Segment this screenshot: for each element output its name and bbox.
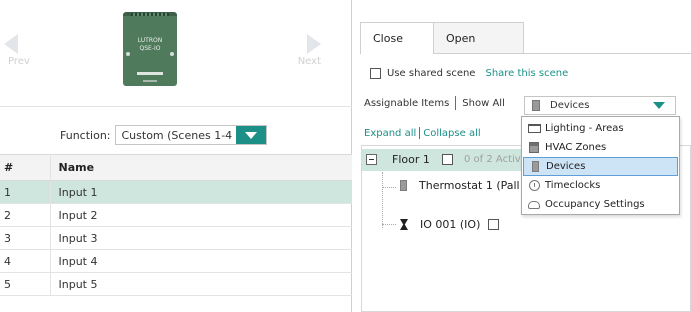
device-icon — [532, 100, 540, 111]
table-row[interactable]: 2 Input 2 — [0, 203, 352, 227]
show-all-link[interactable]: Show All — [462, 98, 505, 109]
expand-collapse-row: Expand all Collapse all — [364, 127, 481, 139]
collapse-all-link[interactable]: Collapse all — [423, 128, 480, 139]
option-label: Lighting - Areas — [545, 123, 624, 134]
tree-node-floor[interactable]: Floor 1 0 of 2 Active — [362, 149, 532, 171]
option-label: Devices — [546, 161, 586, 172]
share-scene-link[interactable]: Share this scene — [485, 68, 568, 79]
device-panel: Prev Next LUTRON QSE-IO Function: Custom… — [0, 0, 352, 312]
use-shared-scene-label[interactable]: Use shared scene — [387, 68, 475, 79]
tab-close[interactable]: Close — [360, 22, 434, 54]
item-type-dropdown-list: Lighting - Areas HVAC Zones Devices Time… — [521, 116, 680, 215]
chevron-down-icon[interactable] — [235, 126, 266, 144]
tab-open[interactable]: Open — [434, 22, 524, 54]
tree-node-thermostat[interactable]: Thermostat 1 (Pall — [400, 179, 520, 192]
assignable-items-label: Assignable Items — [364, 97, 450, 109]
device-image: LUTRON QSE-IO — [123, 12, 177, 86]
floor-checkbox[interactable] — [442, 154, 453, 165]
row-name: Input 2 — [50, 203, 352, 227]
dropdown-option-timeclocks[interactable]: Timeclocks — [523, 176, 678, 195]
row-number: 3 — [0, 226, 51, 250]
device-brand: LUTRON — [137, 37, 163, 44]
item-type-value: Devices — [550, 100, 590, 111]
tab-bar: Close Open — [360, 22, 524, 54]
function-value: Custom (Scenes 1-4 +... — [121, 128, 236, 142]
function-select[interactable]: Custom (Scenes 1-4 +... — [114, 125, 267, 145]
option-label: Occupancy Settings — [545, 199, 645, 210]
next-label[interactable]: Next — [298, 56, 321, 67]
column-header-number[interactable]: # — [0, 154, 51, 181]
row-number: 5 — [0, 272, 51, 296]
row-name: Input 3 — [50, 226, 352, 250]
table-row[interactable]: 5 Input 5 — [0, 272, 352, 296]
table-row[interactable]: 4 Input 4 — [0, 249, 352, 273]
expand-all-link[interactable]: Expand all — [364, 128, 416, 139]
floor-label: Floor 1 — [392, 153, 430, 166]
folder-icon — [527, 124, 541, 133]
chevron-down-icon[interactable] — [653, 102, 665, 109]
dropdown-option-hvac-zones[interactable]: HVAC Zones — [523, 138, 678, 157]
next-arrow-icon[interactable] — [307, 34, 321, 54]
occupancy-icon — [528, 200, 540, 209]
prev-label[interactable]: Prev — [8, 56, 30, 67]
option-label: HVAC Zones — [545, 142, 607, 153]
table-header-row: # Name — [0, 154, 352, 181]
use-shared-scene-checkbox[interactable] — [370, 68, 381, 79]
collapse-toggle-icon[interactable] — [366, 154, 377, 165]
tree-connector — [382, 172, 383, 228]
io-label: IO 001 (IO) — [420, 218, 481, 231]
tree-connector — [382, 187, 396, 188]
dropdown-option-devices[interactable]: Devices — [523, 157, 678, 176]
item-type-select[interactable]: Devices — [524, 96, 676, 115]
tree-connector — [382, 224, 396, 225]
io-icon — [400, 219, 408, 230]
dropdown-option-lighting-areas[interactable]: Lighting - Areas — [523, 119, 678, 138]
table-row[interactable]: 3 Input 3 — [0, 226, 352, 250]
prev-arrow-icon[interactable] — [4, 34, 18, 54]
thermostat-label: Thermostat 1 (Pall — [419, 179, 520, 192]
divider — [0, 106, 352, 107]
clock-icon — [528, 180, 540, 191]
thermostat-icon — [400, 180, 407, 191]
separator — [419, 127, 421, 139]
dropdown-option-occupancy-settings[interactable]: Occupancy Settings — [523, 195, 678, 214]
tab-active-gap — [361, 53, 433, 54]
row-number: 2 — [0, 203, 51, 227]
row-number: 4 — [0, 249, 51, 273]
row-name: Input 4 — [50, 249, 352, 273]
device-model: QSE-IO — [139, 45, 161, 52]
io-checkbox[interactable] — [488, 219, 500, 230]
assignable-items-row: Assignable Items Show All — [364, 96, 505, 110]
column-header-name[interactable]: Name — [50, 154, 352, 181]
shared-scene-row: Use shared scene Share this scene — [370, 68, 568, 79]
hvac-icon — [529, 142, 539, 153]
row-name: Input 1 — [50, 180, 352, 204]
row-name: Input 5 — [50, 272, 352, 296]
separator — [455, 96, 457, 110]
function-label: Function: — [60, 128, 111, 142]
function-row: Function: Custom (Scenes 1-4 +... — [60, 125, 267, 145]
option-label: Timeclocks — [545, 180, 601, 191]
row-number: 1 — [0, 180, 51, 204]
inputs-table: # Name 1 Input 1 2 Input 2 3 Input 3 4 I… — [0, 154, 352, 296]
tree-node-io[interactable]: IO 001 (IO) — [400, 218, 500, 231]
device-icon — [531, 161, 539, 172]
table-row[interactable]: 1 Input 1 — [0, 180, 352, 204]
